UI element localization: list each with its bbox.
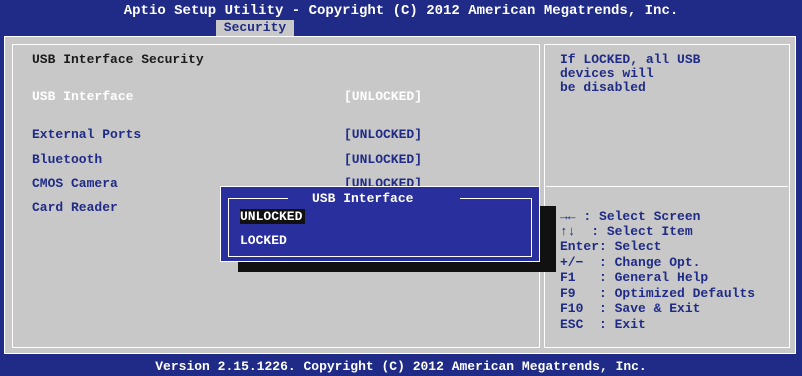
setting-bluetooth-value[interactable]: [UNLOCKED] xyxy=(344,152,422,168)
setting-usb-interface-value[interactable]: [UNLOCKED] xyxy=(344,89,422,105)
help-divider xyxy=(546,186,788,187)
setting-bluetooth-label[interactable]: Bluetooth xyxy=(32,152,102,168)
popup-title: USB Interface xyxy=(312,191,414,206)
popup-option-unlocked[interactable]: UNLOCKED xyxy=(240,209,306,225)
setting-external-ports-label[interactable]: External Ports xyxy=(32,127,141,143)
version-footer: Version 2.15.1226. Copyright (C) 2012 Am… xyxy=(155,359,647,374)
setting-cmos-camera-label[interactable]: CMOS Camera xyxy=(32,176,118,192)
setting-external-ports-value[interactable]: [UNLOCKED] xyxy=(344,127,422,143)
key-hint-change: +/− : Change Opt. xyxy=(560,255,701,270)
key-hint-help: F1 : General Help xyxy=(560,270,709,285)
section-title: USB Interface Security xyxy=(32,52,204,67)
popup-option-locked[interactable]: LOCKED xyxy=(240,233,287,249)
key-hint-select-item: ↑↓ : Select Item xyxy=(560,224,693,239)
setting-card-reader-label[interactable]: Card Reader xyxy=(32,200,118,216)
tab-security[interactable]: Security xyxy=(216,20,294,36)
setting-usb-interface-label[interactable]: USB Interface xyxy=(32,89,133,105)
key-hint-enter: Enter: Select xyxy=(560,239,662,254)
window-title: Aptio Setup Utility - Copyright (C) 2012… xyxy=(0,0,802,22)
key-hint-defaults: F9 : Optimized Defaults xyxy=(560,286,756,301)
key-hint-save-exit: F10 : Save & Exit xyxy=(560,301,701,316)
key-hint-select-screen: →← : Select Screen xyxy=(560,209,701,224)
key-hint-exit: ESC : Exit xyxy=(560,317,646,332)
help-text-line3: be disabled xyxy=(560,80,646,95)
